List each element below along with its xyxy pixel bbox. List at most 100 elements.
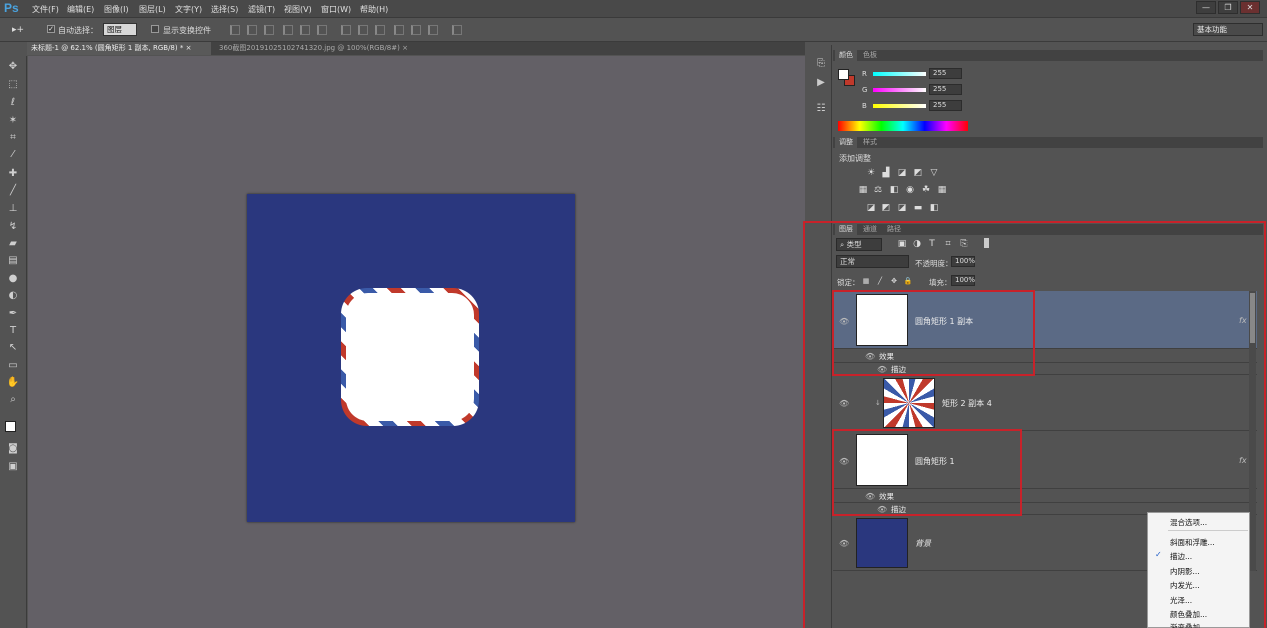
fg-color-swatch[interactable] bbox=[838, 69, 849, 80]
tab-document-2[interactable]: 360截图20191025102741320.jpg @ 100%(RGB/8#… bbox=[215, 42, 415, 55]
color-spectrum-bar[interactable] bbox=[838, 121, 968, 131]
menu-gradient-overlay[interactable]: 渐变叠加... bbox=[1170, 622, 1207, 628]
show-transform-checkbox[interactable] bbox=[151, 25, 159, 33]
menu-bevel-emboss[interactable]: 斜面和浮雕... bbox=[1170, 537, 1215, 548]
menu-stroke[interactable]: 描边... bbox=[1170, 551, 1192, 562]
minimize-button[interactable]: — bbox=[1196, 1, 1216, 14]
tab-swatches[interactable]: 色板 bbox=[859, 50, 881, 61]
brightness-icon[interactable]: ☀ bbox=[866, 169, 876, 178]
distribute-top-icon[interactable] bbox=[341, 25, 351, 35]
exposure-icon[interactable]: ◩ bbox=[913, 169, 923, 178]
properties-icon[interactable]: ☷ bbox=[815, 103, 827, 115]
healing-brush-icon[interactable]: ✚ bbox=[6, 167, 20, 180]
distribute-vcenter-icon[interactable] bbox=[358, 25, 368, 35]
magic-wand-icon[interactable]: ✶ bbox=[6, 114, 20, 127]
tab-color[interactable]: 颜色 bbox=[835, 50, 857, 61]
align-left-icon[interactable] bbox=[283, 25, 293, 35]
gradient-map-icon[interactable]: ▬ bbox=[913, 204, 923, 213]
menu-layer[interactable]: 图层(L) bbox=[139, 4, 166, 15]
align-right-icon[interactable] bbox=[317, 25, 327, 35]
channel-g-slider[interactable] bbox=[873, 88, 926, 92]
zoom-tool-icon[interactable]: ⌕ bbox=[6, 393, 20, 406]
black-white-icon[interactable]: ◧ bbox=[889, 186, 899, 195]
color-balance-icon[interactable]: ⚖ bbox=[873, 186, 883, 195]
menu-inner-shadow[interactable]: 内阴影... bbox=[1170, 566, 1200, 577]
gradient-tool-icon[interactable]: ▤ bbox=[6, 254, 20, 267]
align-vcenter-icon[interactable] bbox=[247, 25, 257, 35]
channel-mixer-icon[interactable]: ☘ bbox=[921, 186, 931, 195]
channel-r-slider[interactable] bbox=[873, 72, 926, 76]
menu-window[interactable]: 窗口(W) bbox=[321, 4, 351, 15]
tab-close-icon[interactable]: × bbox=[186, 44, 192, 52]
menu-help[interactable]: 帮助(H) bbox=[360, 4, 388, 15]
canvas-area[interactable] bbox=[28, 56, 805, 628]
move-tool-icon[interactable]: ▸+ bbox=[12, 25, 24, 35]
distribute-hcenter-icon[interactable] bbox=[411, 25, 421, 35]
menu-inner-glow[interactable]: 内发光... bbox=[1170, 580, 1200, 591]
selective-color-icon[interactable]: ◧ bbox=[929, 204, 939, 213]
type-tool-icon[interactable]: T bbox=[6, 324, 20, 337]
workspace-dropdown[interactable]: 基本功能 bbox=[1193, 23, 1263, 36]
levels-icon[interactable]: ▟ bbox=[881, 169, 891, 178]
vibrance-icon[interactable]: ▽ bbox=[929, 169, 939, 178]
marquee-tool-icon[interactable]: ⬚ bbox=[6, 78, 20, 91]
foreground-color-swatch[interactable] bbox=[5, 421, 16, 432]
auto-align-icon[interactable] bbox=[452, 25, 462, 35]
screen-mode-icon[interactable]: ▣ bbox=[6, 460, 20, 473]
tab-adjustments[interactable]: 调整 bbox=[835, 137, 857, 148]
actions-play-icon[interactable]: ▶ bbox=[815, 77, 827, 89]
blur-tool-icon[interactable]: ● bbox=[6, 272, 20, 285]
align-bottom-icon[interactable] bbox=[264, 25, 274, 35]
menu-edit[interactable]: 编辑(E) bbox=[67, 4, 94, 15]
brush-tool-icon[interactable]: ╱ bbox=[6, 184, 20, 197]
tab-document-1[interactable]: 未标题-1 @ 62.1% (圆角矩形 1 副本, RGB/8) * × bbox=[27, 42, 211, 55]
move-tool-icon[interactable]: ✥ bbox=[6, 60, 20, 73]
channel-b-value[interactable]: 255 bbox=[929, 100, 962, 111]
color-lookup-icon[interactable]: ▦ bbox=[937, 186, 947, 195]
auto-select-checkbox[interactable]: ✓ bbox=[47, 25, 55, 33]
document-canvas[interactable] bbox=[247, 194, 575, 522]
shape-tool-icon[interactable]: ▭ bbox=[6, 359, 20, 372]
distribute-bottom-icon[interactable] bbox=[375, 25, 385, 35]
path-select-icon[interactable]: ↖ bbox=[6, 341, 20, 354]
curves-icon[interactable]: ◪ bbox=[897, 169, 907, 178]
tab-styles[interactable]: 样式 bbox=[859, 137, 881, 148]
threshold-icon[interactable]: ◪ bbox=[897, 204, 907, 213]
hand-tool-icon[interactable]: ✋ bbox=[6, 376, 20, 389]
menu-view[interactable]: 视图(V) bbox=[284, 4, 312, 15]
history-brush-icon[interactable]: ↯ bbox=[6, 220, 20, 233]
hue-saturation-icon[interactable]: ▦ bbox=[858, 186, 868, 195]
menu-select[interactable]: 选择(S) bbox=[211, 4, 238, 15]
channel-b-slider[interactable] bbox=[873, 104, 926, 108]
menu-color-overlay[interactable]: 颜色叠加... bbox=[1170, 609, 1207, 620]
eraser-tool-icon[interactable]: ▰ bbox=[6, 237, 20, 250]
channel-r-value[interactable]: 255 bbox=[929, 68, 962, 79]
auto-select-dropdown[interactable]: 图层 bbox=[103, 23, 137, 36]
align-top-icon[interactable] bbox=[230, 25, 240, 35]
menu-image[interactable]: 图像(I) bbox=[104, 4, 129, 15]
close-button[interactable]: ✕ bbox=[1240, 1, 1260, 14]
invert-icon[interactable]: ◪ bbox=[866, 204, 876, 213]
menu-blending-options[interactable]: 混合选项... bbox=[1170, 517, 1207, 528]
restore-button[interactable]: ❐ bbox=[1218, 1, 1238, 14]
tab-close-icon[interactable]: × bbox=[402, 44, 408, 52]
distribute-right-icon[interactable] bbox=[428, 25, 438, 35]
photo-filter-icon[interactable]: ◉ bbox=[905, 186, 915, 195]
eyedropper-icon[interactable]: ⁄ bbox=[6, 148, 20, 161]
lasso-tool-icon[interactable]: ℓ bbox=[6, 96, 20, 109]
quick-mask-icon[interactable]: ◙ bbox=[6, 442, 20, 455]
rounded-rectangle-shape[interactable] bbox=[341, 288, 479, 426]
menu-type[interactable]: 文字(Y) bbox=[175, 4, 202, 15]
history-icon[interactable]: ⎘ bbox=[815, 58, 827, 70]
stamp-tool-icon[interactable]: ⊥ bbox=[6, 202, 20, 215]
crop-tool-icon[interactable]: ⌗ bbox=[6, 131, 20, 144]
dodge-tool-icon[interactable]: ◐ bbox=[6, 289, 20, 302]
align-hcenter-icon[interactable] bbox=[300, 25, 310, 35]
pen-tool-icon[interactable]: ✒ bbox=[6, 307, 20, 320]
menu-filter[interactable]: 滤镜(T) bbox=[248, 4, 275, 15]
menu-file[interactable]: 文件(F) bbox=[32, 4, 59, 15]
distribute-left-icon[interactable] bbox=[394, 25, 404, 35]
posterize-icon[interactable]: ◩ bbox=[881, 204, 891, 213]
menu-satin[interactable]: 光泽... bbox=[1170, 595, 1192, 606]
channel-g-value[interactable]: 255 bbox=[929, 84, 962, 95]
